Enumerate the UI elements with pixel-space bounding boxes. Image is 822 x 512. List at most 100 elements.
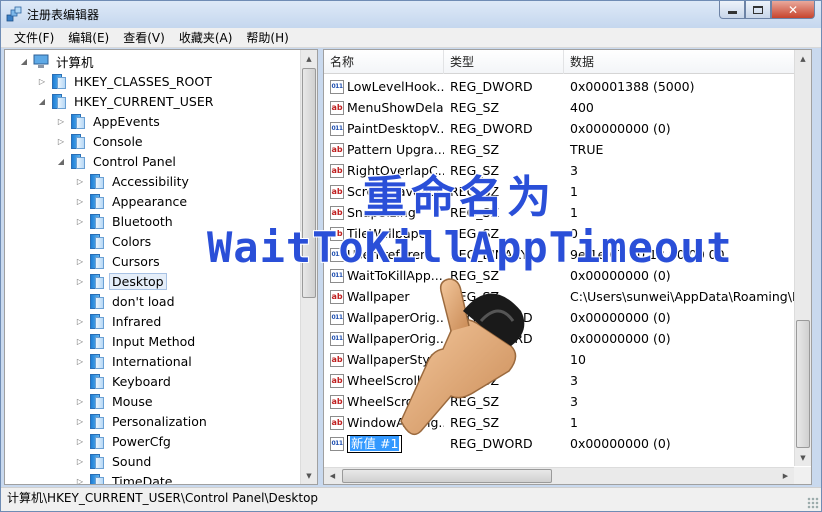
folder-icon xyxy=(89,313,105,329)
expand-arrow-icon[interactable]: ▷ xyxy=(75,256,85,266)
tree-item-cursors[interactable]: ▷ Cursors xyxy=(75,251,163,271)
string-value-icon: ab xyxy=(330,289,344,304)
expand-arrow-icon[interactable]: ▷ xyxy=(75,396,85,406)
tree-item-infrared[interactable]: ▷ Infrared xyxy=(75,311,164,331)
tree-item-colors[interactable]: Colors xyxy=(75,231,154,251)
folder-icon xyxy=(51,93,67,109)
collapse-arrow-icon[interactable]: ◢ xyxy=(37,96,47,106)
scroll-thumb[interactable] xyxy=(796,320,810,448)
expand-arrow-icon[interactable]: ▷ xyxy=(75,196,85,206)
folder-icon xyxy=(89,333,105,349)
value-data: 400 xyxy=(570,100,594,115)
menu-view[interactable]: 查看(V) xyxy=(116,29,172,46)
expand-arrow-icon[interactable]: ▷ xyxy=(56,116,66,126)
collapse-arrow-icon[interactable]: ◢ xyxy=(19,56,29,66)
tree-item-hkcu[interactable]: ◢ HKEY_CURRENT_USER xyxy=(37,91,216,111)
tree-label: AppEvents xyxy=(93,113,160,129)
scroll-up-icon[interactable]: ▲ xyxy=(795,50,811,67)
tree-label: TimeDate xyxy=(112,473,173,485)
column-header-name[interactable]: 名称 xyxy=(324,50,444,74)
tree-item-bluetooth[interactable]: ▷ Bluetooth xyxy=(75,211,176,231)
list-horizontal-scrollbar[interactable]: ◀ ▶ xyxy=(324,467,794,484)
menu-edit[interactable]: 编辑(E) xyxy=(61,29,116,46)
tree-label: don't load xyxy=(112,293,175,309)
scroll-down-icon[interactable]: ▼ xyxy=(301,467,317,484)
expand-arrow-icon[interactable]: ▷ xyxy=(75,456,85,466)
tree-item-powercfg[interactable]: ▷ PowerCfg xyxy=(75,431,174,451)
value-data: 1 xyxy=(570,415,578,430)
expand-arrow-icon[interactable]: ▷ xyxy=(75,316,85,326)
tree-item-control-panel[interactable]: ◢ Control Panel xyxy=(56,151,179,171)
expand-arrow-icon[interactable] xyxy=(75,376,85,386)
folder-icon xyxy=(89,393,105,409)
tree-label: Personalization xyxy=(112,413,207,429)
tree-item-timedate[interactable]: ▷ TimeDate xyxy=(75,471,175,485)
resize-grip-icon[interactable] xyxy=(807,497,819,509)
scroll-down-icon[interactable]: ▼ xyxy=(795,449,811,466)
tree-label: Console xyxy=(93,133,143,149)
tree-item-desktop[interactable]: ▷ Desktop xyxy=(75,271,167,291)
collapse-arrow-icon[interactable]: ◢ xyxy=(56,156,66,166)
expand-arrow-icon[interactable] xyxy=(75,296,85,306)
title-bar[interactable]: 注册表编辑器 ✕ xyxy=(1,1,821,28)
tree-item-computer[interactable]: ◢ 计算机 xyxy=(19,51,97,71)
tree-item-input-method[interactable]: ▷ Input Method xyxy=(75,331,198,351)
column-header-type[interactable]: 类型 xyxy=(444,50,564,74)
tree-item-mouse[interactable]: ▷ Mouse xyxy=(75,391,156,411)
folder-icon xyxy=(89,173,105,189)
value-data: 3 xyxy=(570,394,578,409)
scroll-up-icon[interactable]: ▲ xyxy=(301,50,317,67)
maximize-button[interactable] xyxy=(745,1,771,19)
close-icon: ✕ xyxy=(787,2,799,17)
tree-item-don-t-load[interactable]: don't load xyxy=(75,291,178,311)
folder-icon xyxy=(89,293,105,309)
menu-help[interactable]: 帮助(H) xyxy=(239,29,295,46)
value-row[interactable]: 011 LowLevelHook... REG_DWORD 0x00001388 (5… xyxy=(324,76,794,97)
tree-item-console[interactable]: ▷ Console xyxy=(56,131,146,151)
tree-item-sound[interactable]: ▷ Sound xyxy=(75,451,154,471)
value-row[interactable]: ab Pattern Upgra... REG_SZ TRUE xyxy=(324,139,794,160)
expand-arrow-icon[interactable]: ▷ xyxy=(75,356,85,366)
list-vertical-scrollbar[interactable]: ▲ ▼ xyxy=(794,50,811,466)
column-header-data[interactable]: 数据 xyxy=(564,50,794,74)
tree-item-international[interactable]: ▷ International xyxy=(75,351,195,371)
expand-arrow-icon[interactable]: ▷ xyxy=(75,416,85,426)
expand-arrow-icon[interactable] xyxy=(75,236,85,246)
value-name: PaintDesktopV... xyxy=(347,121,444,136)
tree-item-keyboard[interactable]: Keyboard xyxy=(75,371,174,391)
tree-label: Keyboard xyxy=(112,373,171,389)
pointing-hand-icon xyxy=(400,278,525,436)
value-type: REG_DWORD xyxy=(450,121,533,136)
value-row[interactable]: 011 PaintDesktopV... REG_DWORD 0x00000000 (… xyxy=(324,118,794,139)
string-value-icon: ab xyxy=(330,205,344,220)
tree-item-appevents[interactable]: ▷ AppEvents xyxy=(56,111,163,131)
string-value-icon: ab xyxy=(330,394,344,409)
scroll-left-icon[interactable]: ◀ xyxy=(324,468,341,484)
scroll-thumb[interactable] xyxy=(342,469,552,483)
menu-favorites[interactable]: 收藏夹(A) xyxy=(172,29,240,46)
status-bar: 计算机\HKEY_CURRENT_USER\Control Panel\Desk… xyxy=(1,487,821,511)
value-data: 1 xyxy=(570,205,578,220)
expand-arrow-icon[interactable]: ▷ xyxy=(75,436,85,446)
expand-arrow-icon[interactable]: ▷ xyxy=(75,176,85,186)
expand-arrow-icon[interactable]: ▷ xyxy=(75,336,85,346)
tree-item-appearance[interactable]: ▷ Appearance xyxy=(75,191,190,211)
tree-item-accessibility[interactable]: ▷ Accessibility xyxy=(75,171,192,191)
binary-value-icon: 011 xyxy=(330,79,344,94)
value-row[interactable]: ab MenuShowDelay REG_SZ 400 xyxy=(324,97,794,118)
binary-value-icon: 011 xyxy=(330,436,344,451)
expand-arrow-icon[interactable]: ▷ xyxy=(56,136,66,146)
minimize-button[interactable] xyxy=(719,1,745,19)
expand-arrow-icon[interactable]: ▷ xyxy=(37,76,47,86)
value-data: 0x00000000 (0) xyxy=(570,121,671,136)
tree-item-personalization[interactable]: ▷ Personalization xyxy=(75,411,210,431)
folder-icon xyxy=(51,73,67,89)
expand-arrow-icon[interactable]: ▷ xyxy=(75,476,85,485)
scroll-right-icon[interactable]: ▶ xyxy=(777,468,794,484)
tree-label: HKEY_CLASSES_ROOT xyxy=(74,73,212,89)
close-button[interactable]: ✕ xyxy=(771,1,815,19)
expand-arrow-icon[interactable]: ▷ xyxy=(75,216,85,226)
tree-item-hkcr[interactable]: ▷ HKEY_CLASSES_ROOT xyxy=(37,71,215,91)
expand-arrow-icon[interactable]: ▷ xyxy=(75,276,85,286)
menu-file[interactable]: 文件(F) xyxy=(7,29,61,46)
